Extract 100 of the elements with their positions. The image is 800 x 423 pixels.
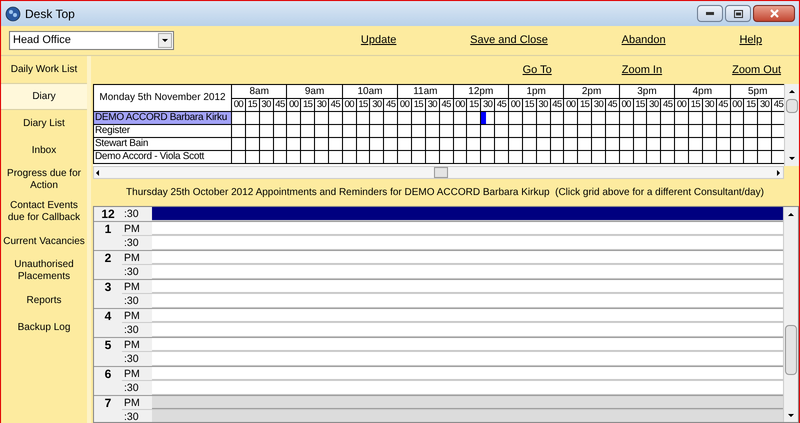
menu-link[interactable]: Help <box>739 32 762 49</box>
scroll-thumb[interactable] <box>786 99 798 113</box>
scroll-up-icon <box>788 88 796 96</box>
minute-header: 45 <box>328 98 342 112</box>
minute-header: 45 <box>550 98 564 112</box>
minute-header: 45 <box>605 98 620 112</box>
menu-link[interactable]: Abandon <box>622 32 666 49</box>
sidebar-item[interactable]: Current Vacancies <box>1 228 87 255</box>
menu-link[interactable]: Save and Close <box>470 32 548 49</box>
globe-icon <box>5 6 21 22</box>
time-label: PM <box>122 367 152 380</box>
hour-label: 5 <box>94 338 122 366</box>
vertical-scrollbar[interactable] <box>783 207 798 422</box>
minute-header: 00 <box>232 98 246 112</box>
grid-link[interactable]: Zoom In <box>622 62 662 78</box>
minute-header: 00 <box>674 98 688 112</box>
sidebar-item[interactable]: Backup Log <box>1 314 87 341</box>
minute-header: 15 <box>245 98 260 112</box>
sidebar-item[interactable]: Unauthorised Placements <box>1 255 87 287</box>
hour-header: 2pm <box>564 84 620 98</box>
consultant-name[interactable]: Register <box>94 124 232 138</box>
office-select[interactable]: Head Office <box>9 31 174 50</box>
menu-link[interactable]: Update <box>360 32 396 49</box>
minimize-icon <box>706 12 714 15</box>
time-label: :30 <box>122 294 152 308</box>
hour-header: 3pm <box>619 84 675 98</box>
hour-header: 1pm <box>508 84 564 98</box>
minute-header: 30 <box>646 98 661 112</box>
vertical-scrollbar[interactable] <box>784 84 799 166</box>
minute-header: 00 <box>619 98 634 112</box>
minute-header: 30 <box>536 98 550 112</box>
consultant-name[interactable]: Demo Accord - Viola Scott <box>94 150 232 164</box>
sidebar-item[interactable]: Diary <box>1 83 87 110</box>
minute-header: 15 <box>356 98 370 112</box>
hour-label: 3 <box>94 280 122 308</box>
sidebar-item[interactable]: Reports <box>1 287 87 314</box>
hour-header: 12pm <box>453 84 508 98</box>
hour-label: 7 <box>94 396 122 422</box>
dropdown-caret-icon <box>161 36 169 44</box>
appointment-slot[interactable] <box>152 207 783 221</box>
minute-header: 45 <box>660 98 675 112</box>
time-label: PM <box>122 338 152 351</box>
date-header: Monday 5th November 2012 <box>94 84 232 112</box>
scroll-thumb[interactable] <box>785 325 797 375</box>
minute-header: 00 <box>564 98 578 112</box>
day-caption: Thursday 25th October 2012 Appointments and Reminders for DEMO ACCORD Barbara Kirkup (Click grid above for a different Consultant/day) <box>126 186 764 200</box>
horizontal-scrollbar[interactable] <box>93 166 784 179</box>
minute-header: 00 <box>398 98 412 112</box>
sidebar-item[interactable]: Diary List <box>1 110 87 137</box>
scroll-down-icon <box>788 154 796 162</box>
time-label: PM <box>122 251 152 264</box>
close-button[interactable] <box>753 5 795 22</box>
minute-header: 15 <box>744 98 758 112</box>
consultant-name[interactable]: DEMO ACCORD Barbara Kirku <box>94 112 232 124</box>
time-label: PM <box>122 280 152 293</box>
minute-header: 30 <box>259 98 274 112</box>
minute-header: 00 <box>342 98 356 112</box>
scroll-down-icon <box>787 412 795 420</box>
minute-header: 15 <box>633 98 647 112</box>
minute-header: 30 <box>592 98 606 112</box>
minute-header: 45 <box>273 98 287 112</box>
time-label: :30 <box>122 323 152 337</box>
close-icon <box>770 9 778 18</box>
minute-header: 45 <box>716 98 730 112</box>
hour-header: 9am <box>286 84 342 98</box>
hour-header: 11am <box>398 84 454 98</box>
hour-label: 1 <box>94 222 122 250</box>
hour-label: 4 <box>94 309 122 337</box>
minute-header: 45 <box>439 98 454 112</box>
sidebar-item[interactable]: Progress due for Action <box>1 164 87 196</box>
consultant-name[interactable]: Stewart Bain <box>94 138 232 150</box>
scroll-right-icon <box>775 168 783 176</box>
scroll-up-icon <box>787 210 795 218</box>
sidebar-item[interactable]: Daily Work List <box>1 56 87 83</box>
minute-header: 15 <box>522 98 536 112</box>
time-label: :30 <box>122 265 152 279</box>
maximize-button[interactable] <box>725 5 751 22</box>
minute-header: 15 <box>688 98 702 112</box>
scroll-thumb[interactable] <box>434 167 448 178</box>
window-title: Desk Top <box>25 6 75 22</box>
minute-header: 00 <box>453 98 467 112</box>
sidebar-item[interactable]: Contact Events due for Callback <box>1 196 87 228</box>
time-label: PM <box>122 309 152 322</box>
minimize-button[interactable] <box>697 5 723 22</box>
minute-header: 15 <box>578 98 592 112</box>
hour-header: 4pm <box>674 84 730 98</box>
minute-header: 30 <box>425 98 440 112</box>
time-label: :30 <box>122 207 152 221</box>
grid-link[interactable]: Zoom Out <box>732 62 781 78</box>
minute-header: 30 <box>758 98 772 112</box>
hour-header: 8am <box>232 84 287 98</box>
time-label: :30 <box>122 352 152 366</box>
time-label: :30 <box>122 410 152 422</box>
minute-header: 15 <box>466 98 481 112</box>
sidebar-item[interactable]: Inbox <box>1 137 87 164</box>
minute-header: 15 <box>300 98 315 112</box>
grid-link[interactable]: Go To <box>522 62 552 78</box>
minute-header: 00 <box>286 98 301 112</box>
time-label: :30 <box>122 236 152 250</box>
time-label: PM <box>122 222 152 235</box>
